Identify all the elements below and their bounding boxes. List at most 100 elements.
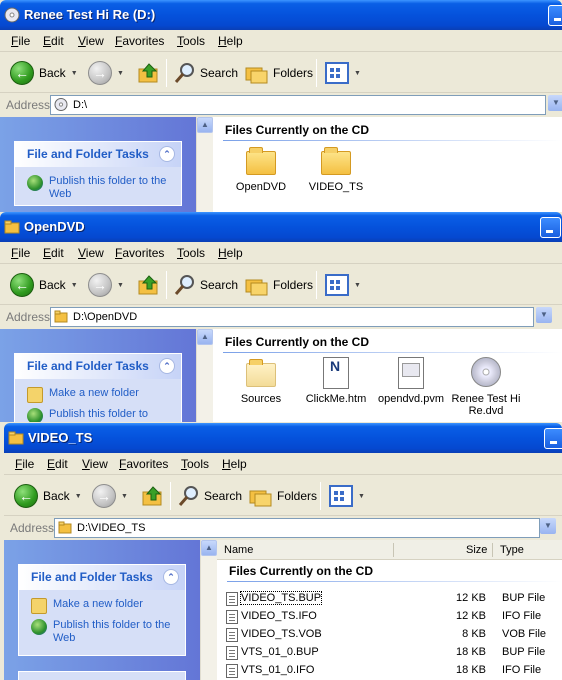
column-name[interactable]: Name (224, 544, 253, 556)
menu-edit[interactable]: Edit (43, 34, 64, 48)
file-name: VTS_01_0.BUP (241, 646, 319, 658)
address-dropdown-button[interactable]: ▼ (540, 518, 556, 534)
menu-view[interactable]: View (78, 34, 104, 48)
address-input[interactable]: D:\VIDEO_TS (54, 518, 540, 538)
table-row[interactable]: VIDEO_TS.BUP 12 KB BUP File (217, 590, 562, 608)
folders-button[interactable]: Folders (244, 61, 313, 85)
search-label: Search (204, 489, 243, 503)
task-label: Publish this folder to (49, 408, 149, 420)
forward-button[interactable]: → ▼ (92, 484, 128, 508)
menu-edit[interactable]: Edit (43, 246, 64, 260)
dropdown-arrow-icon: ▼ (358, 492, 365, 500)
back-button[interactable]: ← Back ▼ (14, 484, 82, 508)
scroll-up-button[interactable]: ▲ (201, 540, 217, 556)
address-dropdown-button[interactable]: ▼ (536, 307, 552, 323)
folder-item[interactable]: Sources (223, 359, 299, 405)
back-button[interactable]: ← Back ▼ (10, 61, 78, 85)
forward-button[interactable]: → ▼ (88, 61, 124, 85)
scroll-up-button[interactable]: ▲ (197, 329, 213, 345)
folder-icon (58, 521, 72, 534)
column-size[interactable]: Size (466, 544, 487, 556)
tasks-header[interactable]: File and Folder Tasks ⌃ (15, 142, 181, 167)
title-bar[interactable]: Renee Test Hi Re (D:) (0, 0, 562, 30)
vertical-scrollbar[interactable]: ▲ (196, 117, 213, 212)
views-button[interactable]: ▼ (329, 484, 365, 508)
task-pane: File and Folder Tasks ⌃ Make a new folde… (0, 329, 200, 422)
group-header: Files Currently on the CD (229, 564, 374, 578)
pvm-file-icon (398, 357, 424, 389)
window-title: VIDEO_TS (28, 430, 93, 445)
menu-help[interactable]: Help (218, 246, 243, 260)
title-bar[interactable]: OpenDVD (0, 212, 562, 242)
column-type[interactable]: Type (500, 544, 524, 556)
minimize-button[interactable] (544, 428, 562, 449)
file-item[interactable]: Renee Test Hi Re.dvd (448, 357, 524, 417)
menu-edit[interactable]: Edit (47, 457, 68, 471)
menu-tools[interactable]: Tools (177, 34, 205, 48)
collapse-chevron-icon[interactable]: ⌃ (159, 358, 175, 374)
menu-file[interactable]: File (15, 457, 34, 471)
menu-tools[interactable]: Tools (181, 457, 209, 471)
address-input[interactable]: D:\ (50, 95, 546, 115)
task-new-folder[interactable]: Make a new folder (19, 590, 185, 615)
menu-help[interactable]: Help (218, 34, 243, 48)
menu-favorites[interactable]: Favorites (115, 246, 164, 260)
menu-favorites[interactable]: Favorites (115, 34, 164, 48)
search-icon (174, 275, 194, 295)
file-item[interactable]: opendvd.pvm (373, 357, 449, 405)
toolbar-separator (170, 482, 171, 510)
table-row[interactable]: VIDEO_TS.VOB 8 KB VOB File (217, 626, 562, 644)
toolbar-separator (320, 482, 321, 510)
menu-view[interactable]: View (78, 246, 104, 260)
task-publish-folder[interactable]: Publish this folder to (15, 404, 181, 422)
up-folder-button[interactable] (137, 273, 161, 297)
table-row[interactable]: VTS_01_0.IFO 18 KB IFO File (217, 662, 562, 680)
folders-button[interactable]: Folders (248, 484, 317, 508)
task-publish-folder[interactable]: Publish this folder to the Web (15, 167, 181, 205)
collapse-chevron-icon[interactable]: ⌃ (159, 146, 175, 162)
task-new-folder[interactable]: Make a new folder (15, 379, 181, 404)
views-button[interactable]: ▼ (325, 61, 361, 85)
up-folder-button[interactable] (141, 484, 165, 508)
table-row[interactable]: VIDEO_TS.IFO 12 KB IFO File (217, 608, 562, 626)
cd-drive-icon (4, 7, 20, 23)
address-label: Address (6, 98, 51, 112)
address-input[interactable]: D:\OpenDVD (50, 307, 534, 327)
task-label: Make a new folder (53, 598, 143, 610)
forward-button[interactable]: → ▼ (88, 273, 124, 297)
menu-help[interactable]: Help (222, 457, 247, 471)
up-folder-icon (138, 63, 158, 83)
vertical-scrollbar[interactable]: ▲ (196, 329, 213, 422)
title-bar[interactable]: VIDEO_TS (4, 423, 562, 453)
search-button[interactable]: Search (173, 61, 238, 85)
file-item[interactable]: N ClickMe.htm (298, 357, 374, 405)
menu-view[interactable]: View (82, 457, 108, 471)
scroll-up-button[interactable]: ▲ (197, 117, 213, 133)
back-button[interactable]: ← Back ▼ (10, 273, 78, 297)
address-bar: Address D:\VIDEO_TS ▼ (4, 517, 562, 539)
minimize-button[interactable] (548, 5, 562, 26)
address-dropdown-button[interactable]: ▼ (548, 95, 562, 111)
menu-tools[interactable]: Tools (177, 246, 205, 260)
column-divider[interactable] (393, 543, 394, 557)
column-divider[interactable] (492, 543, 493, 557)
task-publish-folder[interactable]: Publish this folder to the Web (19, 615, 185, 649)
search-button[interactable]: Search (177, 484, 242, 508)
tasks-header[interactable]: File and Folder Tasks ⌃ (15, 354, 181, 379)
collapse-chevron-icon[interactable]: ⌃ (163, 569, 179, 585)
folders-button[interactable]: Folders (244, 273, 313, 297)
menu-file[interactable]: File (11, 246, 30, 260)
search-button[interactable]: Search (173, 273, 238, 297)
dropdown-arrow-icon: ▼ (70, 281, 78, 289)
up-folder-button[interactable] (137, 61, 161, 85)
minimize-button[interactable] (540, 217, 561, 238)
table-row[interactable]: VTS_01_0.BUP 18 KB BUP File (217, 644, 562, 662)
views-button[interactable]: ▼ (325, 273, 361, 297)
vertical-scrollbar[interactable]: ▲ (200, 540, 217, 680)
folder-item[interactable]: OpenDVD (223, 147, 299, 193)
tasks-header[interactable]: File and Folder Tasks ⌃ (19, 565, 185, 590)
item-label: ClickMe.htm (305, 393, 367, 405)
folder-item[interactable]: VIDEO_TS (298, 147, 374, 193)
menu-file[interactable]: File (11, 34, 30, 48)
menu-favorites[interactable]: Favorites (119, 457, 168, 471)
